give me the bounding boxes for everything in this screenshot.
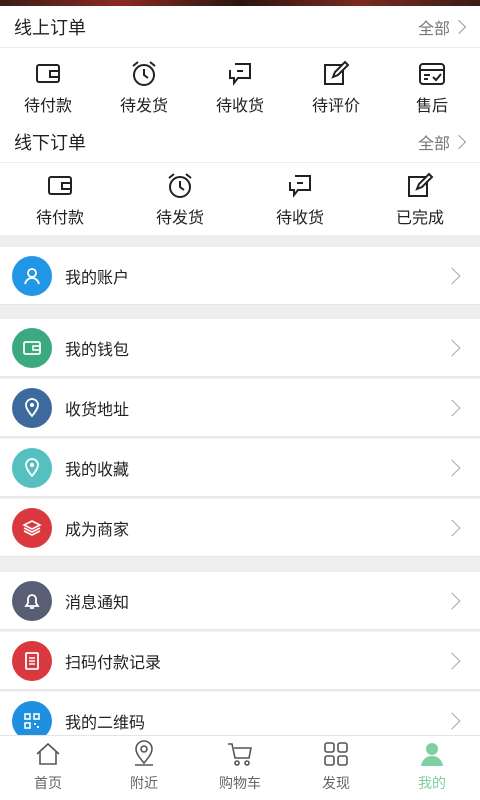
offline-orders-section: 线下订单 全部 待付款 待发货 待收货 已完成	[0, 121, 480, 235]
tab-discover-label: 发现	[322, 776, 350, 792]
account-label: 我的账户	[65, 267, 130, 287]
location-pin-icon	[135, 740, 153, 766]
chevron-right-icon	[443, 652, 461, 669]
address-avatar	[12, 387, 52, 428]
chevron-right-icon	[443, 339, 461, 356]
edit-icon	[324, 60, 350, 85]
online-pending-receipt[interactable]: 待收货	[192, 59, 288, 116]
favorites-label: 我的收藏	[65, 459, 130, 479]
all-label: 全部	[417, 18, 450, 38]
scan-records-label: 扫码付款记录	[65, 652, 162, 672]
offline-pending-receipt[interactable]: 待收货	[240, 171, 360, 228]
offline-orders-grid: 待付款 待发货 待收货 已完成	[0, 163, 480, 235]
address-label: 收货地址	[65, 399, 130, 419]
offline-pending-shipment[interactable]: 待发货	[120, 171, 240, 228]
offline-pending-receipt-label: 待收货	[275, 207, 324, 227]
tab-nearby[interactable]: 附近	[96, 736, 192, 800]
wallet-icon	[23, 340, 41, 355]
offline-pending-payment-label: 待付款	[35, 207, 84, 227]
offline-pending-shipment-label: 待发货	[155, 207, 204, 227]
online-pending-payment[interactable]: 待付款	[0, 59, 96, 116]
online-pending-shipment[interactable]: 待发货	[96, 59, 192, 116]
notifications-avatar	[12, 580, 52, 621]
document-icon	[25, 651, 39, 670]
alarm-clock-icon	[132, 60, 156, 86]
wallet-icon	[48, 175, 72, 195]
menu-item-notifications[interactable]: 消息通知	[0, 572, 480, 630]
offline-orders-all-link[interactable]: 全部	[417, 130, 467, 154]
after-sale-icon	[419, 62, 445, 85]
online-pending-shipment-label: 待发货	[119, 95, 168, 115]
offline-orders-header: 线下订单 全部	[0, 121, 480, 163]
favorites-avatar	[12, 447, 52, 488]
delivery-icon	[229, 62, 251, 86]
tab-nearby-label: 附近	[130, 776, 158, 792]
user-icon	[24, 267, 40, 284]
menu-item-address[interactable]: 收货地址	[0, 379, 480, 437]
offline-completed[interactable]: 已完成	[360, 171, 480, 228]
online-pending-review[interactable]: 待评价	[288, 59, 384, 116]
qrcode-icon	[24, 712, 40, 729]
edit-icon	[408, 172, 434, 197]
grid-icon	[324, 742, 348, 766]
online-pending-payment-label: 待付款	[23, 95, 72, 115]
chevron-right-icon	[443, 399, 461, 416]
user-icon	[421, 743, 443, 766]
location-pin-icon	[25, 397, 39, 417]
menu-item-scan-records[interactable]: 扫码付款记录	[0, 632, 480, 690]
chevron-right-icon	[443, 592, 461, 609]
online-orders-grid: 待付款 待发货 待收货 待评价 售后	[0, 48, 480, 126]
online-after-sale[interactable]: 售后	[384, 59, 480, 116]
menu-item-account[interactable]: 我的账户	[0, 247, 480, 305]
shopping-cart-icon	[228, 743, 252, 766]
wallet-avatar	[12, 327, 52, 368]
account-avatar	[12, 255, 52, 296]
bottom-tab-bar: 首页 附近 购物车 发现 我的	[0, 735, 480, 800]
online-after-sale-label: 售后	[415, 95, 448, 115]
chevron-right-icon	[443, 459, 461, 476]
chevron-right-icon	[451, 19, 467, 34]
all-label: 全部	[417, 133, 450, 153]
offline-completed-label: 已完成	[395, 207, 444, 227]
offline-orders-title: 线下订单	[14, 132, 86, 154]
menu-item-favorites[interactable]: 我的收藏	[0, 439, 480, 497]
online-orders-section: 线上订单 全部 待付款 待发货 待收货 待评价 售后	[0, 6, 480, 126]
online-pending-review-label: 待评价	[311, 95, 360, 115]
home-icon	[36, 742, 60, 765]
tab-mine[interactable]: 我的	[384, 736, 480, 800]
chevron-right-icon	[443, 519, 461, 536]
chevron-right-icon	[451, 134, 467, 149]
chevron-right-icon	[443, 267, 461, 284]
online-orders-title: 线上订单	[14, 17, 86, 39]
tab-home[interactable]: 首页	[0, 736, 96, 800]
offline-pending-payment[interactable]: 待付款	[0, 171, 120, 228]
delivery-icon	[289, 174, 311, 198]
chevron-right-icon	[443, 712, 461, 729]
location-pin-icon	[25, 457, 39, 477]
online-orders-all-link[interactable]: 全部	[417, 15, 467, 39]
tab-cart[interactable]: 购物车	[192, 736, 288, 800]
tab-discover[interactable]: 发现	[288, 736, 384, 800]
bell-icon	[24, 593, 40, 609]
wallet-icon	[36, 63, 60, 83]
online-orders-header: 线上订单 全部	[0, 6, 480, 48]
merchant-label: 成为商家	[65, 519, 130, 539]
tab-mine-label: 我的	[418, 776, 446, 792]
tab-home-label: 首页	[34, 776, 62, 792]
menu-item-merchant[interactable]: 成为商家	[0, 499, 480, 557]
menu-item-wallet[interactable]: 我的钱包	[0, 319, 480, 377]
merchant-avatar	[12, 507, 52, 548]
layers-icon	[22, 519, 42, 536]
scan-records-avatar	[12, 640, 52, 681]
online-pending-receipt-label: 待收货	[215, 95, 264, 115]
wallet-label: 我的钱包	[65, 339, 130, 359]
qrcode-label: 我的二维码	[65, 712, 146, 732]
notifications-label: 消息通知	[65, 592, 130, 612]
tab-cart-label: 购物车	[219, 776, 261, 792]
alarm-clock-icon	[168, 172, 192, 198]
